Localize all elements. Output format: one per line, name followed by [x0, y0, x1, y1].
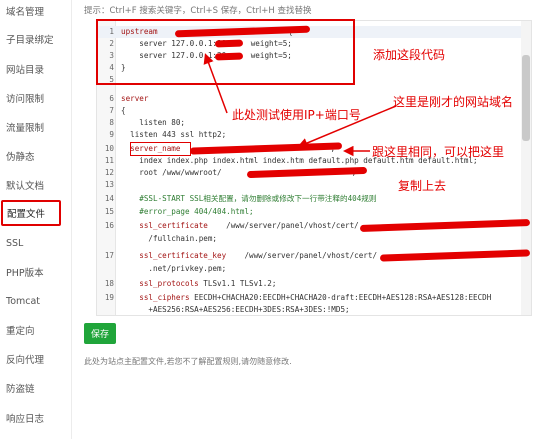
- annotation-arrows: [203, 53, 397, 157]
- save-button[interactable]: 保存: [84, 323, 116, 344]
- config-warning-note: 此处为站点主配置文件,若您不了解配置规则,请勿随意修改.: [84, 357, 292, 366]
- arrow-site-name: [297, 105, 397, 148]
- arrow-test-ip: [203, 53, 228, 114]
